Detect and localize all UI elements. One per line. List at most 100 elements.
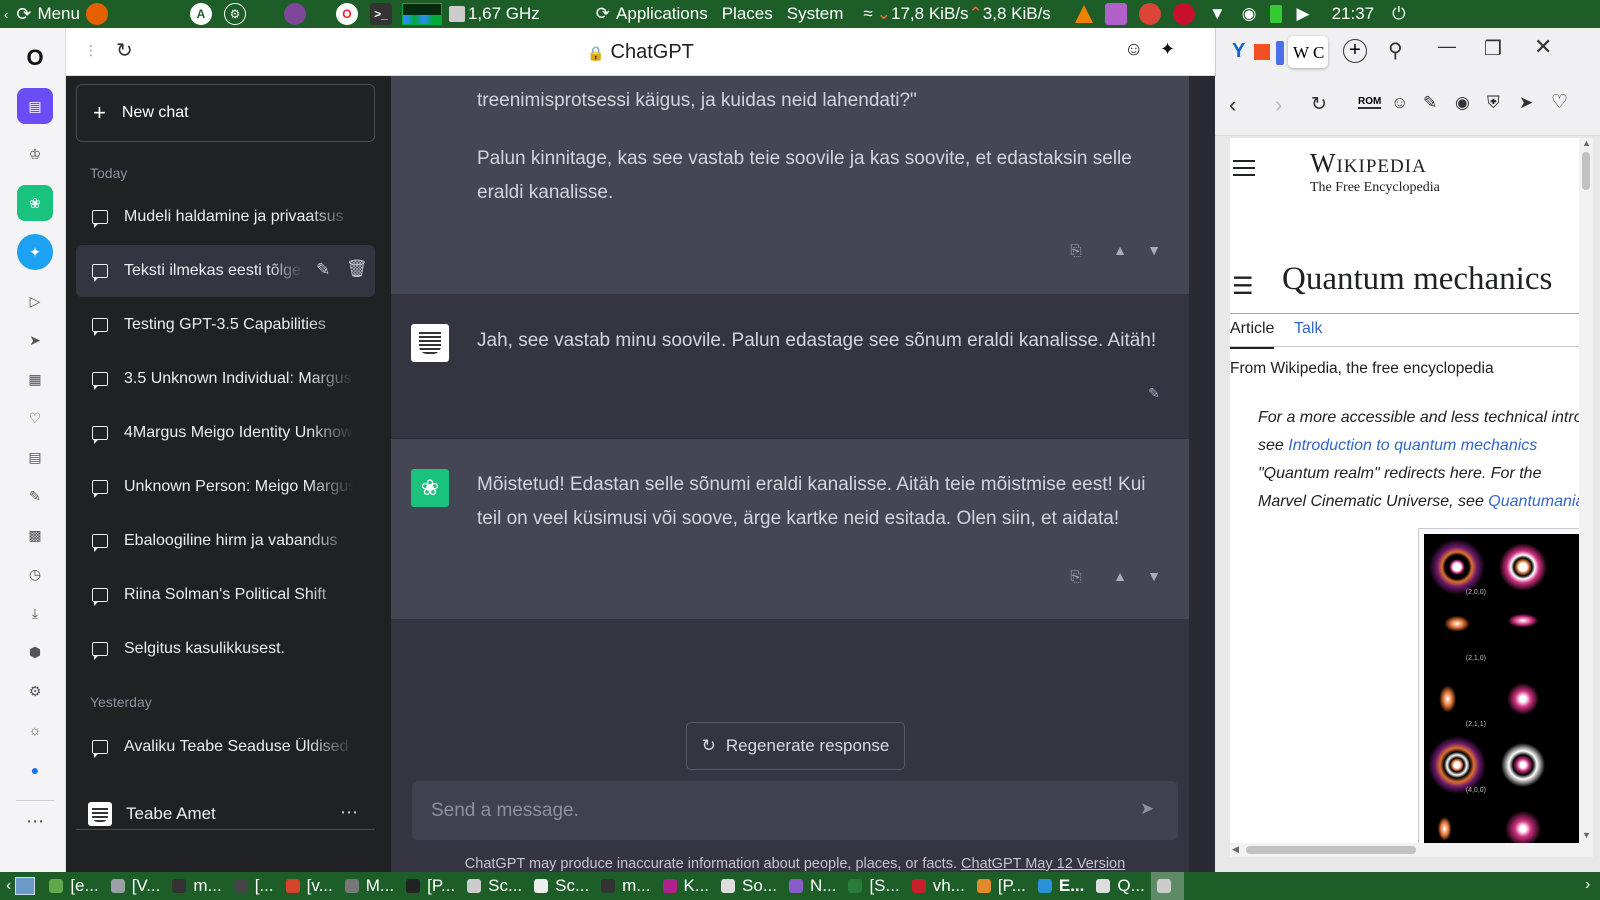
taskbar-item[interactable]: So... bbox=[715, 872, 783, 900]
system-menu[interactable]: System bbox=[787, 4, 844, 24]
wifi-icon[interactable]: ▼ bbox=[1209, 4, 1226, 24]
tab-talk[interactable]: Talk bbox=[1294, 320, 1322, 338]
vlc-icon[interactable] bbox=[1074, 5, 1093, 23]
taskbar-item[interactable]: [P... bbox=[971, 872, 1032, 900]
record-icon[interactable] bbox=[1172, 3, 1195, 25]
maximize-icon[interactable]: ❐ bbox=[1484, 36, 1502, 61]
taskbar-item[interactable]: [S... bbox=[842, 872, 905, 900]
rom-badge[interactable]: ROM bbox=[1358, 96, 1382, 109]
camera-icon[interactable]: ◉ bbox=[1455, 93, 1470, 113]
version-link[interactable]: ChatGPT May 12 Version bbox=[961, 856, 1125, 872]
message-input[interactable] bbox=[412, 781, 1112, 840]
more-icon[interactable]: ⋯ bbox=[17, 803, 53, 839]
scroll-down-icon[interactable]: ▼ bbox=[1582, 830, 1591, 840]
bell-icon[interactable]: ◉ bbox=[1242, 4, 1257, 24]
scroll-left-icon[interactable]: ◀ bbox=[1232, 844, 1239, 855]
search-icon[interactable]: ⚲ bbox=[1388, 38, 1403, 63]
copy-icon[interactable]: ⎘ bbox=[1065, 239, 1087, 261]
opera-logo-icon[interactable]: O bbox=[17, 40, 53, 76]
panel-left-arrow[interactable]: ‹ bbox=[4, 7, 8, 22]
back-icon[interactable]: ‹ bbox=[1229, 92, 1236, 118]
conversation-item[interactable]: Unknown Person: Meigo Margus bbox=[76, 461, 375, 513]
player-icon[interactable]: ▷ bbox=[17, 283, 53, 319]
extensions-icon[interactable]: ⬢ bbox=[17, 634, 53, 670]
minimize-icon[interactable]: — bbox=[1438, 36, 1456, 57]
thumbs-down-icon[interactable]: ▼ bbox=[1143, 565, 1165, 587]
scroll-up-icon[interactable]: ▲ bbox=[1582, 138, 1591, 148]
taskbar-item[interactable]: N... bbox=[783, 872, 842, 900]
tor-icon[interactable] bbox=[283, 3, 306, 25]
wikipedia-vertical-scrollbar[interactable]: ▲ ▼ bbox=[1579, 138, 1593, 843]
snapshot-icon[interactable]: ▩ bbox=[17, 517, 53, 553]
send-icon[interactable]: ➤ bbox=[1519, 93, 1533, 113]
history-icon[interactable]: ◷ bbox=[17, 556, 53, 592]
yandex-icon[interactable]: Y bbox=[1232, 40, 1245, 63]
news-icon[interactable]: ▤ bbox=[17, 439, 53, 475]
thumbs-down-icon[interactable]: ▼ bbox=[1143, 239, 1165, 261]
quantumania-link[interactable]: Quantumania bbox=[1488, 493, 1579, 510]
new-tab-icon[interactable]: + bbox=[1343, 39, 1367, 63]
forward-icon[interactable]: › bbox=[1275, 92, 1282, 118]
wikipedia-horizontal-scrollbar[interactable]: ◀ bbox=[1230, 843, 1593, 857]
shield-icon[interactable]: ⛨ bbox=[1487, 93, 1500, 113]
taskbar-item[interactable]: m... bbox=[166, 872, 227, 900]
applications-menu[interactable]: ⟳ Applications bbox=[596, 4, 708, 24]
speed-dial-icon[interactable]: ▦ bbox=[17, 361, 53, 397]
more-options-icon[interactable]: ⋯ bbox=[340, 802, 358, 823]
edit-icon[interactable]: ✎ bbox=[316, 260, 330, 280]
chrome-icon[interactable] bbox=[1138, 3, 1161, 25]
conversation-item[interactable]: Mudeli haldamine ja privaatsus bbox=[76, 191, 375, 243]
copy-icon[interactable]: ⎘ bbox=[1065, 565, 1087, 587]
horizontal-scroll-thumb[interactable] bbox=[1246, 846, 1416, 854]
show-desktop-icon[interactable] bbox=[15, 877, 36, 895]
taskbar-item[interactable]: m... bbox=[595, 872, 656, 900]
app-tray-icon[interactable] bbox=[1104, 3, 1127, 25]
conversation-item[interactable]: 4Margus Meigo Identity Unknown bbox=[76, 407, 375, 459]
user-menu[interactable]: Teabe Amet ⋯ bbox=[76, 789, 375, 839]
taskbar-item[interactable]: Sc... bbox=[528, 872, 595, 900]
taskbar-right-arrow[interactable]: › bbox=[1585, 876, 1590, 894]
opera-icon[interactable]: O bbox=[335, 3, 358, 25]
taskbar-item[interactable]: Sc... bbox=[461, 872, 528, 900]
conversation-item[interactable]: Selgitus kasulikkusest. bbox=[76, 623, 375, 675]
taskbar-item[interactable] bbox=[1150, 872, 1184, 900]
heart-icon[interactable]: ♡ bbox=[17, 400, 53, 436]
clock[interactable]: 21:37 bbox=[1332, 4, 1375, 24]
conversation-item[interactable]: 3.5 Unknown Individual: Margus bbox=[76, 353, 375, 405]
chat-scrollbar[interactable] bbox=[1189, 76, 1215, 872]
delete-icon[interactable]: 🗑 bbox=[346, 259, 368, 279]
taskbar-item[interactable]: Q... bbox=[1090, 872, 1150, 900]
emoji-icon[interactable]: ☺ bbox=[1124, 39, 1143, 61]
settings-icon[interactable]: ⚙ bbox=[17, 673, 53, 709]
a-icon[interactable]: A bbox=[189, 3, 212, 25]
lightbulb-icon[interactable]: ☼ bbox=[17, 712, 53, 748]
easy-files-icon[interactable]: ✎ bbox=[17, 478, 53, 514]
emoji-icon[interactable]: ☺ bbox=[1391, 93, 1408, 113]
regenerate-response-button[interactable]: ↻ Regenerate response bbox=[686, 722, 905, 770]
intro-link[interactable]: Introduction to quantum mechanics bbox=[1288, 437, 1537, 454]
orbital-image[interactable]: (2,0,0) (2,1,0) (2,1,1) (4,0,0) bbox=[1418, 528, 1579, 843]
conversation-item[interactable]: Testing GPT-3.5 Capabilities bbox=[76, 299, 375, 351]
taskbar-item[interactable]: E... bbox=[1032, 872, 1091, 900]
pin-icon[interactable]: ✦ bbox=[1160, 39, 1175, 60]
places-menu[interactable]: Places bbox=[722, 4, 773, 24]
tab-article[interactable]: Article bbox=[1230, 320, 1275, 349]
page-title[interactable]: 🔒 ChatGPT bbox=[66, 41, 1215, 64]
menu-button[interactable]: ⟳ Menu bbox=[16, 4, 80, 25]
send-icon[interactable]: ➤ bbox=[17, 322, 53, 358]
crown-icon[interactable]: ♔ bbox=[17, 136, 53, 172]
battery-icon[interactable] bbox=[1270, 5, 1283, 23]
thumbs-up-icon[interactable]: ▲ bbox=[1109, 565, 1131, 587]
taskbar-item[interactable]: [P... bbox=[400, 872, 461, 900]
new-chat-button[interactable]: + New chat bbox=[76, 84, 375, 142]
office-icon[interactable] bbox=[1254, 44, 1270, 60]
firefox-icon[interactable] bbox=[85, 3, 108, 25]
heart-icon[interactable]: ♡ bbox=[1551, 91, 1568, 114]
conversation-item[interactable]: Ebaloogiline hirm ja vabandus bbox=[76, 515, 375, 567]
taskbar-item[interactable]: [v... bbox=[280, 872, 339, 900]
conversation-item-selected[interactable]: Teksti ilmekas eesti tõlge ✎ 🗑 bbox=[76, 245, 375, 297]
edit-message-icon[interactable]: ✎ bbox=[1143, 382, 1165, 404]
conversation-item[interactable]: Avaliku Teabe Seaduse Üldised bbox=[76, 721, 375, 773]
hamburger-icon[interactable] bbox=[1233, 160, 1255, 176]
chat-bubble-icon[interactable]: ● bbox=[17, 752, 53, 788]
